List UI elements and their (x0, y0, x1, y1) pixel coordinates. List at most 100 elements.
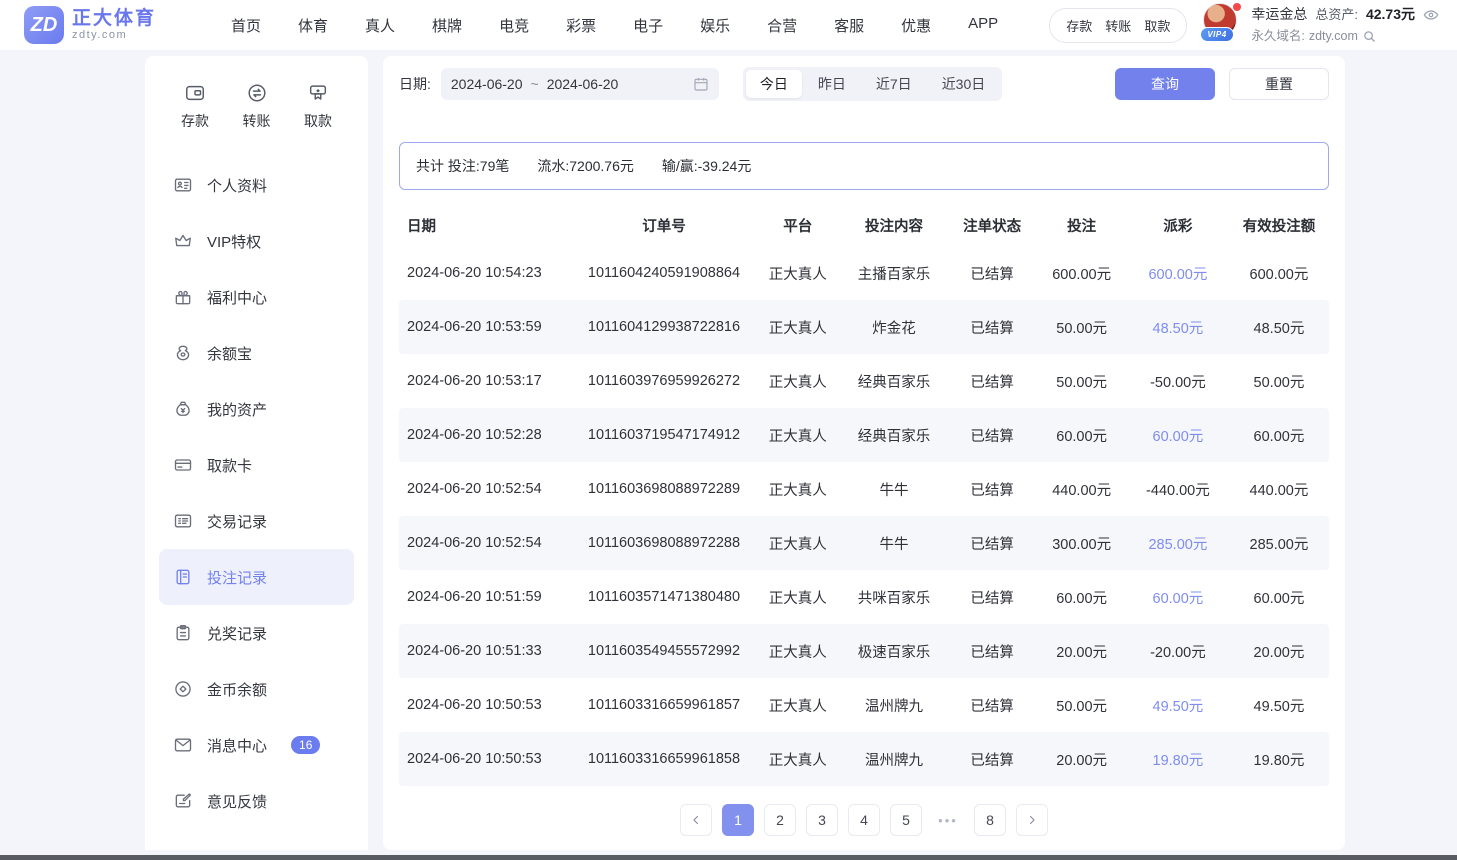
nav-item-优惠[interactable]: 优惠 (901, 15, 931, 36)
date-range-input[interactable]: 2024-06-20 ~ 2024-06-20 (441, 68, 719, 100)
cell-bet-amount: 600.00元 (1036, 263, 1126, 284)
user-name: 幸运金总 (1251, 4, 1307, 25)
bank-card-icon (173, 455, 193, 475)
wallet-action-取款[interactable]: 取款 (1144, 16, 1170, 35)
nav-item-真人[interactable]: 真人 (365, 15, 395, 36)
prev-page-button[interactable] (680, 804, 712, 836)
sidebar-quick-actions: 存款 转账 取款 (159, 82, 354, 131)
quick-action-转账[interactable]: 转账 (243, 82, 271, 131)
sidebar-item-取款卡[interactable]: 取款卡 (159, 437, 354, 493)
nav-item-娱乐[interactable]: 娱乐 (700, 15, 730, 36)
sidebar-item-消息中心[interactable]: 消息中心16 (159, 717, 354, 773)
date-range-昨日[interactable]: 昨日 (804, 70, 860, 98)
nav-item-电子[interactable]: 电子 (633, 15, 663, 36)
cell-bet-amount: 60.00元 (1036, 587, 1126, 608)
calendar-icon[interactable] (693, 76, 709, 92)
column-header-投注: 投注 (1036, 215, 1126, 236)
domain-value: zdty.com (1309, 27, 1358, 46)
eye-icon[interactable] (1423, 7, 1439, 23)
page-button-5[interactable]: 5 (890, 804, 922, 836)
sidebar-item-label: 金币余额 (207, 679, 267, 700)
sidebar-item-我的资产[interactable]: 我的资产 (159, 381, 354, 437)
assets-value: 42.73元 (1366, 4, 1415, 25)
cell-date: 2024-06-20 10:54:23 (399, 265, 573, 281)
crown-icon (173, 231, 193, 251)
horizontal-scrollbar[interactable] (0, 855, 1457, 860)
sidebar-item-余额宝[interactable]: 余额宝 (159, 325, 354, 381)
cell-bet-content: 共咪百家乐 (840, 587, 948, 608)
cell-valid-bet: 19.80元 (1229, 749, 1329, 770)
next-page-button[interactable] (1016, 804, 1048, 836)
wallet-action-存款[interactable]: 存款 (1066, 16, 1092, 35)
summary-part: 共计 投注:79笔 (416, 156, 509, 176)
sidebar-item-兑奖记录[interactable]: 兑奖记录 (159, 605, 354, 661)
quick-action-存款[interactable]: 存款 (181, 82, 209, 131)
sidebar-item-个人资料[interactable]: 个人资料 (159, 157, 354, 213)
cell-order-no: 1011603316659961857 (573, 697, 756, 713)
nav-item-首页[interactable]: 首页 (231, 15, 261, 36)
date-to: 2024-06-20 (547, 76, 619, 92)
date-range-今日[interactable]: 今日 (746, 70, 802, 98)
nav-item-棋牌[interactable]: 棋牌 (432, 15, 462, 36)
table-row: 2024-06-20 10:53:591011604129938722816正大… (399, 300, 1329, 354)
withdraw-icon (307, 82, 329, 104)
cell-order-no: 1011604240591908864 (573, 265, 756, 281)
brand-logo[interactable]: ZD 正大体育 zdty.com (24, 6, 189, 44)
search-icon[interactable] (1362, 29, 1377, 44)
cell-status: 已结算 (948, 371, 1037, 392)
table-header-row: 日期订单号平台投注内容注单状态投注派彩有效投注额 (399, 204, 1329, 246)
cell-payout: 60.00元 (1127, 425, 1229, 446)
cell-order-no: 1011603698088972289 (573, 481, 756, 497)
sidebar-item-交易记录[interactable]: 交易记录 (159, 493, 354, 549)
cell-date: 2024-06-20 10:50:53 (399, 751, 573, 767)
nav-item-APP[interactable]: APP (968, 15, 998, 36)
cell-valid-bet: 20.00元 (1229, 641, 1329, 662)
search-button[interactable]: 查询 (1115, 68, 1215, 100)
nav-item-体育[interactable]: 体育 (298, 15, 328, 36)
cell-status: 已结算 (948, 641, 1037, 662)
date-range-近30日[interactable]: 近30日 (928, 70, 1000, 98)
cell-status: 已结算 (948, 263, 1037, 284)
page-button-3[interactable]: 3 (806, 804, 838, 836)
nav-item-合营[interactable]: 合营 (767, 15, 797, 36)
cell-platform: 正大真人 (755, 425, 840, 446)
cell-payout: 19.80元 (1127, 749, 1229, 770)
nav-item-电竞[interactable]: 电竞 (499, 15, 529, 36)
summary-part: 流水:7200.76元 (537, 156, 634, 176)
main-panel: 日期: 2024-06-20 ~ 2024-06-20 今日昨日近7日近30日 … (383, 56, 1345, 850)
bet-records-table: 日期订单号平台投注内容注单状态投注派彩有效投注额 2024-06-20 10:5… (399, 204, 1329, 786)
sidebar-item-意见反馈[interactable]: 意见反馈 (159, 773, 354, 829)
sidebar-item-投注记录[interactable]: 投注记录 (159, 549, 354, 605)
user-block[interactable]: VIP4 幸运金总 总资产: 42.73元 永久域名: zdty.com (1203, 3, 1439, 47)
nav-item-彩票[interactable]: 彩票 (566, 15, 596, 36)
sidebar-item-福利中心[interactable]: 福利中心 (159, 269, 354, 325)
page-button-4[interactable]: 4 (848, 804, 880, 836)
cell-date: 2024-06-20 10:53:59 (399, 319, 573, 335)
deposit-icon (184, 82, 206, 104)
sidebar-item-VIP特权[interactable]: VIP特权 (159, 213, 354, 269)
page-button-8[interactable]: 8 (974, 804, 1006, 836)
cell-status: 已结算 (948, 749, 1037, 770)
feedback-icon (173, 791, 193, 811)
sidebar-item-label: 意见反馈 (207, 791, 267, 812)
sidebar-item-label: 个人资料 (207, 175, 267, 196)
table-row: 2024-06-20 10:53:171011603976959926272正大… (399, 354, 1329, 408)
reset-button[interactable]: 重置 (1229, 68, 1329, 100)
sidebar-item-label: 消息中心 (207, 735, 267, 756)
page-button-1[interactable]: 1 (722, 804, 754, 836)
date-range-近7日[interactable]: 近7日 (862, 70, 926, 98)
redeem-icon (173, 623, 193, 643)
envelope-icon (173, 735, 193, 755)
nav-item-客服[interactable]: 客服 (834, 15, 864, 36)
sidebar-item-label: 我的资产 (207, 399, 267, 420)
cell-platform: 正大真人 (755, 695, 840, 716)
page-button-2[interactable]: 2 (764, 804, 796, 836)
sidebar: 存款 转账 取款 个人资料 VIP特权 福利中心 余额宝 我的资产 取款卡 交易… (145, 56, 368, 850)
sidebar-item-金币余额[interactable]: 金币余额 (159, 661, 354, 717)
wallet-action-转账[interactable]: 转账 (1105, 16, 1131, 35)
cell-payout: 600.00元 (1127, 263, 1229, 284)
cell-status: 已结算 (948, 479, 1037, 500)
quick-action-取款[interactable]: 取款 (304, 82, 332, 131)
cell-date: 2024-06-20 10:53:17 (399, 373, 573, 389)
brand-name: 正大体育 (72, 9, 156, 29)
